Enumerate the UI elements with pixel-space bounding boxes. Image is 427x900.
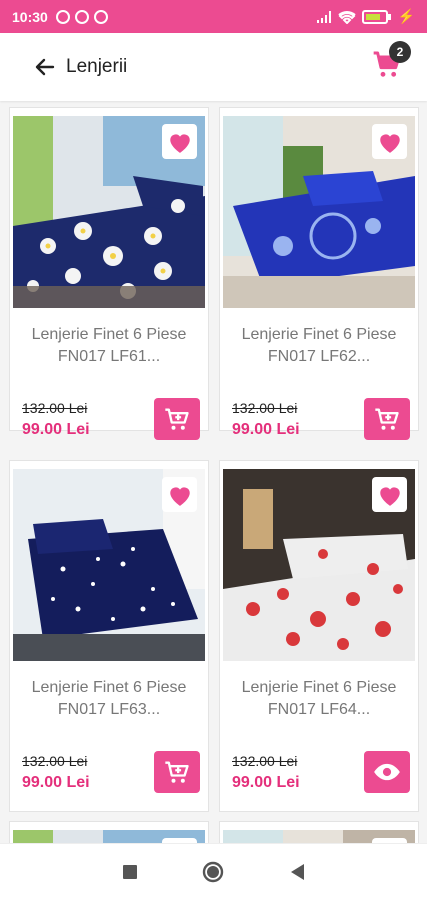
add-to-cart-button[interactable] xyxy=(154,751,200,793)
favorite-button[interactable] xyxy=(162,124,197,159)
sync-icon xyxy=(93,9,108,24)
favorite-button[interactable] xyxy=(162,477,197,512)
product-grid: Lenjerie Finet 6 Piese FN017 LF61... 132… xyxy=(0,101,427,843)
system-nav-bar xyxy=(0,843,427,900)
product-image[interactable] xyxy=(223,469,415,661)
heart-icon xyxy=(379,133,400,153)
product-name-line: FN017 LF62... xyxy=(267,348,371,365)
product-card[interactable] xyxy=(219,821,419,843)
charging-icon: ⚡ xyxy=(397,8,415,24)
cart-count-badge: 2 xyxy=(389,41,411,63)
status-time: 10:30 xyxy=(12,8,48,25)
product-image[interactable] xyxy=(13,830,205,843)
recents-button[interactable] xyxy=(122,864,138,880)
product-card[interactable] xyxy=(9,821,209,843)
new-price: 99.00 Lei xyxy=(22,421,90,438)
heart-icon xyxy=(379,486,400,506)
page-title: Lenjerii xyxy=(66,56,128,77)
product-name-line: Lenjerie Finet 6 Piese xyxy=(241,326,397,343)
product-name-line: Lenjerie Finet 6 Piese xyxy=(241,679,397,696)
cart-button[interactable]: 2 xyxy=(371,41,411,85)
product-name[interactable]: Lenjerie Finet 6 Piese FN017 LF62... xyxy=(220,324,418,368)
wifi-icon xyxy=(337,10,356,24)
product-image[interactable] xyxy=(13,469,205,661)
product-image[interactable] xyxy=(13,116,205,308)
signal-icon xyxy=(316,10,331,23)
product-card[interactable]: Lenjerie Finet 6 Piese FN017 LF61... 132… xyxy=(9,107,209,440)
add-to-cart-button[interactable] xyxy=(154,398,200,440)
add-cart-icon xyxy=(165,761,189,783)
product-name[interactable]: Lenjerie Finet 6 Piese FN017 LF64... xyxy=(220,677,418,721)
add-to-cart-button[interactable] xyxy=(364,398,410,440)
alarm-icon xyxy=(55,9,70,24)
add-cart-icon xyxy=(165,408,189,430)
product-name[interactable]: Lenjerie Finet 6 Piese FN017 LF63... xyxy=(10,677,208,721)
heart-icon xyxy=(169,133,190,153)
back-nav-button[interactable] xyxy=(289,863,305,881)
product-image[interactable] xyxy=(223,830,415,843)
product-name-line: FN017 LF64... xyxy=(267,701,371,718)
product-name[interactable]: Lenjerie Finet 6 Piese FN017 LF61... xyxy=(10,324,208,368)
product-name-line: Lenjerie Finet 6 Piese xyxy=(31,679,187,696)
product-card[interactable]: Lenjerie Finet 6 Piese FN017 LF62... 132… xyxy=(219,107,419,440)
product-card[interactable]: Lenjerie Finet 6 Piese FN017 LF63... 132… xyxy=(9,460,209,812)
old-price: 132.00 Lei xyxy=(22,753,88,769)
back-button[interactable] xyxy=(30,52,60,82)
product-name-line: FN017 LF63... xyxy=(57,701,161,718)
old-price: 132.00 Lei xyxy=(232,400,298,416)
product-name-line: FN017 LF61... xyxy=(57,348,161,365)
view-product-button[interactable] xyxy=(364,751,410,793)
home-button[interactable] xyxy=(202,861,224,883)
favorite-button[interactable] xyxy=(372,477,407,512)
add-cart-icon xyxy=(375,408,399,430)
app-bar: Lenjerii 2 xyxy=(0,33,427,101)
heart-icon xyxy=(169,486,190,506)
sync-icon xyxy=(74,9,89,24)
new-price: 99.00 Lei xyxy=(232,421,300,438)
favorite-button[interactable] xyxy=(372,124,407,159)
new-price: 99.00 Lei xyxy=(22,774,90,791)
old-price: 132.00 Lei xyxy=(22,400,88,416)
product-card[interactable]: Lenjerie Finet 6 Piese FN017 LF64... 132… xyxy=(219,460,419,812)
status-bar: 10:30 ⚡ xyxy=(0,0,427,33)
product-image[interactable] xyxy=(223,116,415,308)
new-price: 99.00 Lei xyxy=(232,774,300,791)
battery-icon xyxy=(361,9,391,24)
product-name-line: Lenjerie Finet 6 Piese xyxy=(31,326,187,343)
eye-icon xyxy=(374,763,400,781)
old-price: 132.00 Lei xyxy=(232,753,298,769)
arrow-left-icon xyxy=(35,58,55,76)
